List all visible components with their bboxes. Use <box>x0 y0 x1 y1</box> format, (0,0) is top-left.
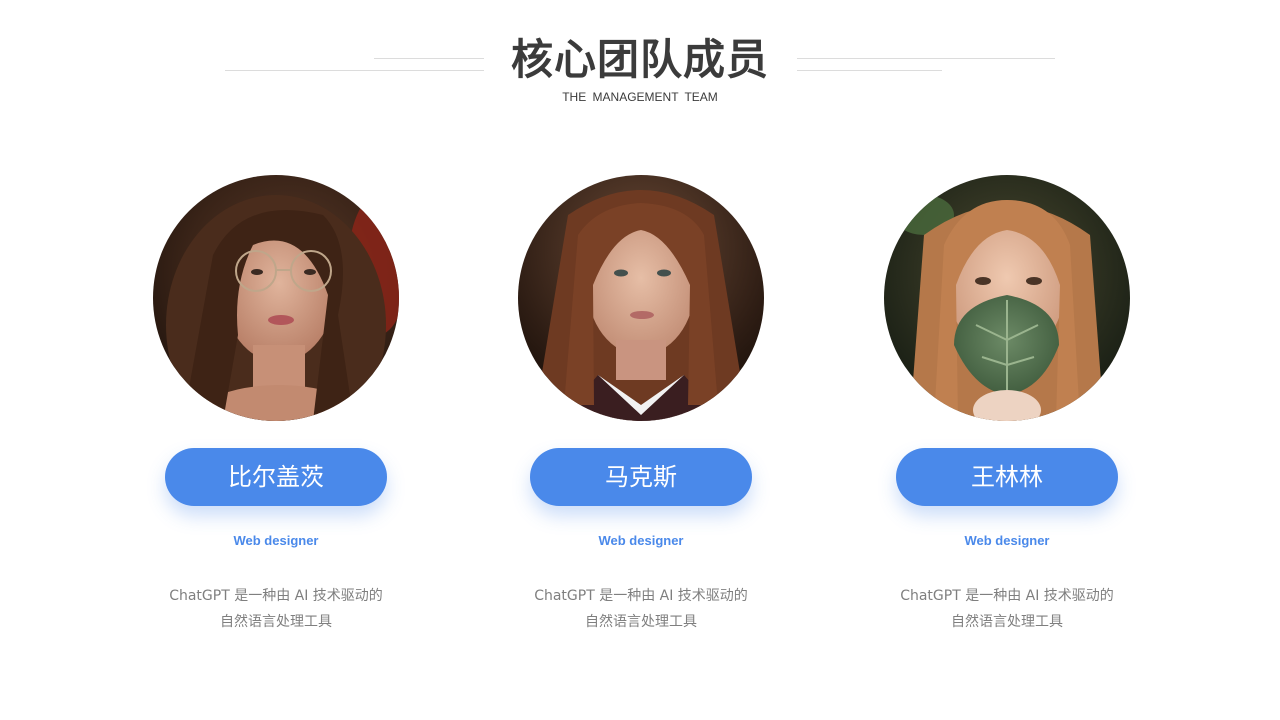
member-description-line: 自然语言处理工具 <box>220 614 332 630</box>
member-role: Web designer <box>233 533 319 548</box>
team-member-card: 比尔盖茨 Web designer ChatGPT 是一种由 AI 技术驱动的 … <box>146 175 406 645</box>
member-description-line: 自然语言处理工具 <box>951 614 1063 630</box>
member-description-line: ChatGPT 是一种由 AI 技术驱动的 <box>169 588 383 604</box>
page-title: 核心团队成员 <box>510 35 769 84</box>
page-subtitle: THE MANAGEMENT TEAM <box>562 90 718 104</box>
member-description: ChatGPT 是一种由 AI 技术驱动的 自然语言处理工具 <box>877 583 1137 635</box>
team-member-card: 王林林 Web designer ChatGPT 是一种由 AI 技术驱动的 自… <box>877 175 1137 645</box>
member-photo <box>153 175 399 421</box>
member-photo <box>518 175 764 421</box>
member-role: Web designer <box>598 533 684 548</box>
member-name-button[interactable]: 马克斯 <box>530 448 752 506</box>
team-member-card: 马克斯 Web designer ChatGPT 是一种由 AI 技术驱动的 自… <box>511 175 771 645</box>
member-description-line: ChatGPT 是一种由 AI 技术驱动的 <box>534 588 748 604</box>
member-role: Web designer <box>964 533 1050 548</box>
member-name-button[interactable]: 比尔盖茨 <box>165 448 387 506</box>
member-description: ChatGPT 是一种由 AI 技术驱动的 自然语言处理工具 <box>511 583 771 635</box>
member-description: ChatGPT 是一种由 AI 技术驱动的 自然语言处理工具 <box>146 583 406 635</box>
member-description-line: ChatGPT 是一种由 AI 技术驱动的 <box>900 588 1114 604</box>
member-photo <box>884 175 1130 421</box>
member-name-button[interactable]: 王林林 <box>896 448 1118 506</box>
member-description-line: 自然语言处理工具 <box>585 614 697 630</box>
